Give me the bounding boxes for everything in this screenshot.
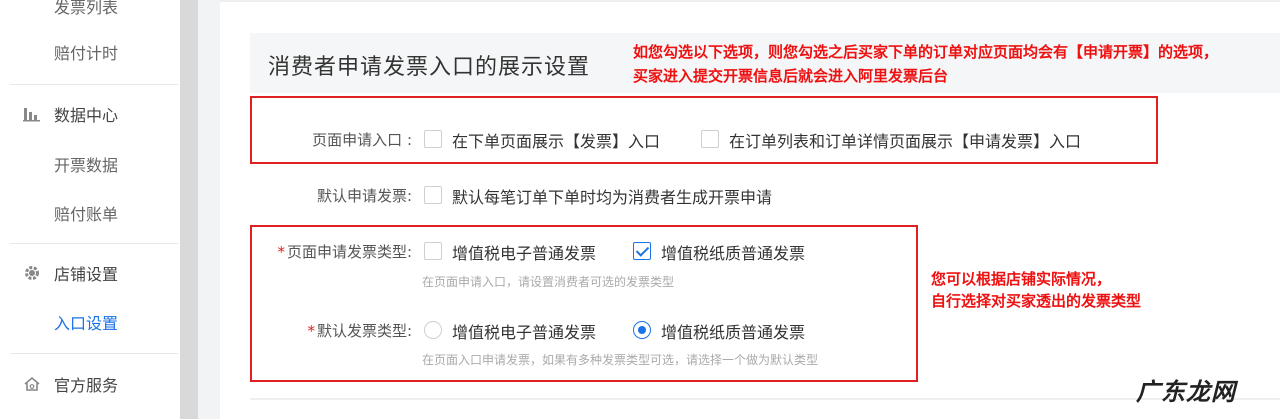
type-paper-checkbox[interactable]	[633, 242, 651, 260]
invoice-types-label-text: 页面申请发票类型:	[286, 243, 412, 261]
page-title: 消费者申请发票入口的展示设置	[268, 55, 591, 80]
divider	[250, 398, 1280, 400]
sidebar-item-invoice-data[interactable]: 开票数据	[0, 140, 180, 188]
sidebar-group-label: 数据中心	[54, 106, 119, 125]
annotation-note-2: 您可以根据店铺实际情况， 自行选择对买家透出的发票类型	[931, 268, 1141, 312]
gear-icon	[22, 263, 42, 283]
sidebar-group-store-settings[interactable]: 店铺设置	[0, 249, 180, 297]
sidebar-item-compensation-timer[interactable]: 赔付计时	[0, 28, 180, 76]
sidebar-divider	[10, 243, 178, 244]
sidebar-item-label: 入口设置	[54, 314, 119, 333]
type-paper-label[interactable]: 增值税纸质普通发票	[661, 240, 805, 264]
default-type-label: * 默认发票类型:	[256, 320, 412, 341]
bar-chart-icon	[22, 104, 42, 124]
entry-order-list-label[interactable]: 在订单列表和订单详情页面展示【申请发票】入口	[729, 128, 1081, 152]
default-paper-label[interactable]: 增值税纸质普通发票	[661, 319, 805, 343]
sidebar-group-label: 官方服务	[54, 376, 119, 395]
default-paper-radio[interactable]	[633, 321, 651, 339]
entry-order-page-checkbox[interactable]	[424, 130, 442, 148]
sidebar-item-compensation-bill[interactable]: 赔付账单	[0, 189, 180, 237]
sidebar-divider	[10, 353, 178, 354]
type-electronic-checkbox[interactable]	[424, 242, 442, 260]
default-electronic-label[interactable]: 增值税电子普通发票	[452, 319, 596, 343]
annotation-line-2: 自行选择对买家透出的发票类型	[931, 292, 1142, 310]
annotation-line-1: 您可以根据店铺实际情况，	[931, 270, 1112, 288]
sidebar-group-official-service[interactable]: 官方服务	[0, 360, 180, 408]
invoice-types-hint: 在页面申请入口，请设置消费者可选的发票类型	[422, 275, 675, 289]
required-mark: *	[307, 322, 315, 340]
sidebar-group-data-center[interactable]: 数据中心	[0, 90, 180, 138]
default-type-label-text: 默认发票类型:	[316, 322, 412, 340]
default-apply-option-label[interactable]: 默认每笔订单下单时均为消费者生成开票申请	[452, 184, 772, 208]
entry-order-list-checkbox[interactable]	[701, 130, 719, 148]
divider	[220, 0, 1280, 2]
sidebar-group-label: 店铺设置	[54, 265, 119, 284]
watermark: 广东龙网	[1136, 378, 1236, 406]
annotation-note: 如您勾选以下选项，则您勾选之后买家下单的订单对应页面均会有【申请开票】的选项，买…	[633, 43, 1219, 85]
sidebar-item-invoice-list[interactable]: 发票列表	[0, 0, 180, 30]
sidebar-item-entry-settings[interactable]: 入口设置	[0, 298, 180, 346]
invoice-types-label: * 页面申请发票类型:	[256, 241, 412, 262]
sidebar-item-label: 开票数据	[54, 156, 119, 175]
app-window: 发票列表 赔付计时 数据中心 开票数据 赔付账单 店铺设置 入口设置 官方服务 …	[0, 0, 1280, 419]
home-icon	[22, 374, 42, 394]
sidebar-item-label: 赔付计时	[54, 44, 119, 63]
default-electronic-radio[interactable]	[424, 321, 442, 339]
content-gutter	[198, 0, 220, 419]
sidebar-scrollbar[interactable]	[180, 0, 198, 419]
default-apply-checkbox[interactable]	[424, 186, 442, 204]
main-content: 消费者申请发票入口的展示设置 如您勾选以下选项，则您勾选之后买家下单的订单对应页…	[220, 0, 1280, 419]
sidebar: 发票列表 赔付计时 数据中心 开票数据 赔付账单 店铺设置 入口设置 官方服务	[0, 0, 180, 419]
sidebar-divider	[10, 84, 178, 85]
entry-label: 页面申请入口 :	[312, 131, 412, 149]
default-apply-label: 默认申请发票:	[316, 187, 412, 205]
type-electronic-label[interactable]: 增值税电子普通发票	[452, 240, 596, 264]
sidebar-item-label: 发票列表	[54, 0, 119, 17]
sidebar-item-label: 赔付账单	[54, 205, 119, 224]
default-type-hint: 在页面入口申请发票，如果有多种发票类型可选，请选择一个做为默认类型	[422, 353, 819, 367]
required-mark: *	[277, 243, 285, 261]
entry-order-page-label[interactable]: 在下单页面展示【发票】入口	[452, 128, 660, 152]
